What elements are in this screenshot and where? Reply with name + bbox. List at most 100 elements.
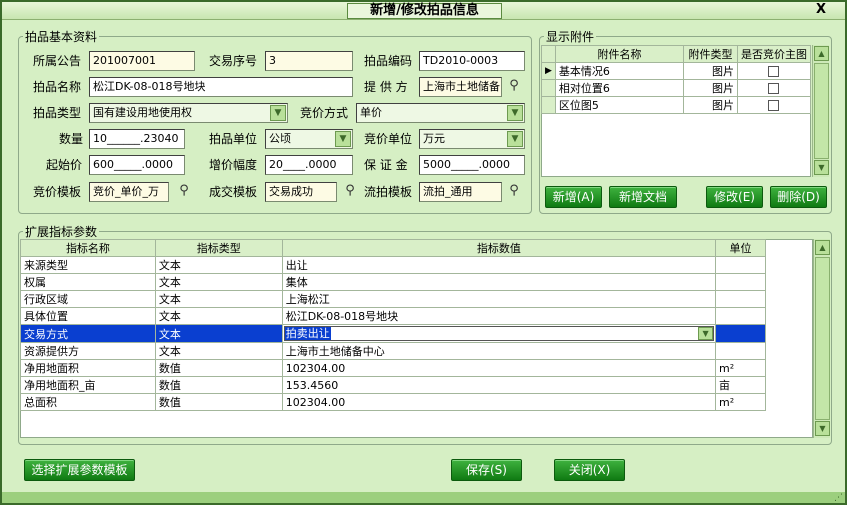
attachment-name-header[interactable]: 附件名称 (554, 45, 685, 63)
code-field[interactable]: TD2010-0003 (419, 51, 525, 71)
ext-type-cell[interactable]: 数值 (154, 359, 283, 377)
ext-unit-cell[interactable] (715, 307, 766, 325)
ext-value-cell[interactable]: 拍卖出让 ▼ (281, 324, 717, 343)
fail-template-lookup-icon[interactable]: ⚲ (507, 182, 521, 200)
attachment-type-header[interactable]: 附件类型 (683, 45, 738, 63)
chevron-down-icon[interactable]: ▼ (698, 327, 714, 340)
delete-attachment-button[interactable]: 删除(D) (770, 186, 827, 208)
scroll-thumb[interactable] (815, 257, 830, 420)
edit-attachment-button[interactable]: 修改(E) (706, 186, 763, 208)
trade-no-field[interactable]: 3 (265, 51, 353, 71)
ext-unit-header[interactable]: 单位 (715, 239, 766, 257)
table-row[interactable]: 净用地面积_亩 数值 153.4560 亩 (20, 376, 766, 394)
ext-name-cell[interactable]: 资源提供方 (20, 342, 156, 360)
ext-value-cell[interactable]: 集体 (281, 273, 717, 291)
attachment-type-cell[interactable]: 图片 (683, 79, 738, 97)
qty-field[interactable]: 10______.23040 (89, 129, 185, 149)
deposit-field[interactable]: 5000_____.0000 (419, 155, 525, 175)
main-image-checkbox[interactable] (768, 100, 780, 111)
ext-name-cell[interactable]: 净用地面积 (20, 359, 156, 377)
ext-type-cell[interactable]: 文本 (154, 256, 283, 274)
bid-template-lookup-icon[interactable]: ⚲ (177, 182, 191, 200)
window-close-button[interactable]: X (814, 3, 828, 17)
ext-type-cell[interactable]: 数值 (154, 376, 283, 394)
name-field[interactable]: 松江DK-08-018号地块 (89, 77, 353, 97)
ext-name-cell[interactable]: 来源类型 (20, 256, 156, 274)
ext-type-header[interactable]: 指标类型 (154, 239, 283, 257)
attachment-type-cell[interactable]: 图片 (683, 62, 738, 80)
table-row[interactable]: 权属 文本 集体 (20, 273, 766, 291)
ext-type-cell[interactable]: 文本 (154, 307, 283, 325)
ext-type-cell[interactable]: 文本 (154, 290, 283, 308)
table-row[interactable]: 区位图5 图片 (541, 96, 812, 114)
attachment-name-cell[interactable]: 相对位置6 (554, 79, 685, 97)
ext-type-cell[interactable]: 文本 (154, 324, 283, 343)
attachment-type-cell[interactable]: 图片 (683, 96, 738, 114)
add-document-button[interactable]: 新增文档 (609, 186, 677, 208)
attachment-main-cell[interactable] (736, 62, 812, 80)
chevron-down-icon[interactable]: ▼ (335, 131, 351, 147)
ext-type-cell[interactable]: 文本 (154, 273, 283, 291)
ext-type-cell[interactable]: 数值 (154, 393, 283, 411)
table-row[interactable]: 总面积 数值 102304.00 m² (20, 393, 766, 411)
select-template-button[interactable]: 选择扩展参数模板 (24, 459, 135, 481)
ext-name-cell[interactable]: 行政区域 (20, 290, 156, 308)
table-row[interactable]: 具体位置 文本 松江DK-08-018号地块 (20, 307, 766, 325)
resize-grip-icon[interactable]: ⋰ (834, 493, 843, 503)
main-image-checkbox[interactable] (768, 83, 780, 94)
ext-name-header[interactable]: 指标名称 (20, 239, 156, 257)
attachment-main-header[interactable]: 是否竞价主图 (736, 45, 812, 63)
announcement-field[interactable]: 201007001 (89, 51, 195, 71)
ext-value-cell[interactable]: 出让 (281, 256, 717, 274)
ext-unit-cell[interactable]: m² (715, 359, 766, 377)
ext-unit-cell[interactable] (715, 342, 766, 360)
trade-method-editor[interactable]: 拍卖出让 ▼ (283, 326, 715, 341)
scroll-thumb[interactable] (814, 63, 829, 159)
attachment-name-cell[interactable]: 基本情况6 (554, 62, 685, 80)
ext-name-cell[interactable]: 交易方式 (20, 324, 156, 343)
scroll-down-icon[interactable]: ▼ (814, 160, 829, 175)
table-row[interactable]: 行政区域 文本 上海松江 (20, 290, 766, 308)
main-image-checkbox[interactable] (768, 66, 780, 77)
add-attachment-button[interactable]: 新增(A) (545, 186, 602, 208)
chevron-down-icon[interactable]: ▼ (507, 131, 523, 147)
fail-template-field[interactable]: 流拍_通用 (419, 182, 502, 202)
table-row[interactable]: 交易方式 文本 拍卖出让 ▼ (20, 324, 766, 343)
deal-template-field[interactable]: 交易成功 (265, 182, 337, 202)
unit-select[interactable]: 公顷 ▼ (265, 129, 353, 149)
bid-template-field[interactable]: 竞价_单价_万 (89, 182, 169, 202)
ext-value-cell[interactable]: 102304.00 (281, 359, 717, 377)
ext-unit-cell[interactable]: m² (715, 393, 766, 411)
ext-value-cell[interactable]: 153.4560 (281, 376, 717, 394)
bid-method-select[interactable]: 单价 ▼ (356, 103, 525, 123)
ext-value-cell[interactable]: 102304.00 (281, 393, 717, 411)
ext-unit-cell[interactable] (715, 324, 766, 343)
ext-value-cell[interactable]: 上海市土地储备中心 (281, 342, 717, 360)
deal-template-lookup-icon[interactable]: ⚲ (343, 182, 357, 200)
save-button[interactable]: 保存(S) (451, 459, 522, 481)
ext-value-cell[interactable]: 松江DK-08-018号地块 (281, 307, 717, 325)
provider-field[interactable]: 上海市土地储备中 (419, 77, 502, 97)
bid-unit-select[interactable]: 万元 ▼ (419, 129, 525, 149)
provider-lookup-icon[interactable]: ⚲ (507, 77, 521, 95)
increment-field[interactable]: 20____.0000 (265, 155, 353, 175)
ext-unit-cell[interactable] (715, 273, 766, 291)
table-row[interactable]: 资源提供方 文本 上海市土地储备中心 (20, 342, 766, 360)
close-button[interactable]: 关闭(X) (554, 459, 625, 481)
attachment-main-cell[interactable] (736, 96, 812, 114)
attachment-name-cell[interactable]: 区位图5 (554, 96, 685, 114)
table-row[interactable]: 来源类型 文本 出让 (20, 256, 766, 274)
ext-unit-cell[interactable] (715, 256, 766, 274)
start-price-field[interactable]: 600_____.0000 (89, 155, 185, 175)
attachment-main-cell[interactable] (736, 79, 812, 97)
chevron-down-icon[interactable]: ▼ (507, 105, 523, 121)
ext-value-header[interactable]: 指标数值 (281, 239, 717, 257)
ext-unit-cell[interactable] (715, 290, 766, 308)
chevron-down-icon[interactable]: ▼ (270, 105, 286, 121)
attachments-scrollbar[interactable]: ▲ ▼ (812, 45, 829, 177)
title-bar[interactable]: 新增/修改拍品信息 X (2, 2, 845, 20)
ext-scrollbar[interactable]: ▲ ▼ (813, 239, 830, 438)
ext-type-cell[interactable]: 文本 (154, 342, 283, 360)
table-row[interactable]: ▶ 基本情况6 图片 (541, 62, 812, 80)
ext-name-cell[interactable]: 权属 (20, 273, 156, 291)
